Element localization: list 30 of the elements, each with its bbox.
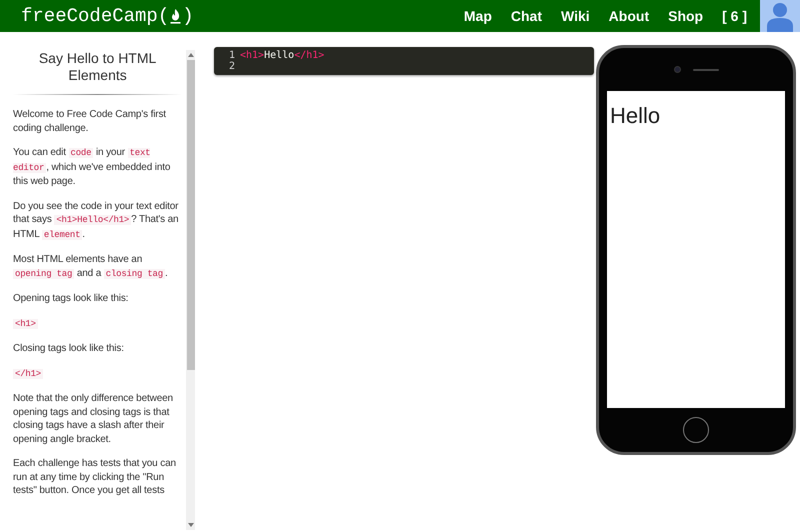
scroll-up-arrow-icon[interactable] — [188, 53, 194, 57]
person-icon — [767, 2, 793, 32]
challenge-title: Say Hello to HTML Elements — [38, 50, 158, 84]
nav-link[interactable]: About — [608, 8, 650, 24]
line-number: 1 — [228, 50, 236, 61]
instruction-paragraph: Note that the only difference between opening tags and closing tags is that closing tags have a slash after their opening angle bracket. — [13, 392, 174, 446]
camera-icon — [674, 66, 680, 73]
line-number: 2 — [228, 61, 236, 72]
code-editor[interactable]: 1 <h1>Hello</h1> 2 — [214, 47, 594, 75]
nav-link[interactable]: Wiki — [561, 8, 590, 24]
instruction-paragraph: You can edit code in your text editor , which we've embedded into this web page. — [13, 146, 172, 188]
preview-heading: Hello — [610, 103, 662, 129]
instruction-paragraph: Opening tags look like this: — [13, 292, 130, 306]
instruction-paragraph: Closing tags look like this: — [13, 342, 125, 356]
nav-link[interactable]: Shop — [668, 8, 704, 24]
code-sample: </h1> — [13, 368, 44, 380]
scrollbar[interactable] — [186, 50, 195, 530]
avatar-button[interactable] — [760, 0, 800, 32]
scrollbar-thumb[interactable] — [186, 60, 195, 370]
nav-link[interactable]: Chat — [510, 8, 542, 24]
nav-link[interactable]: [ 6 ] — [722, 8, 747, 24]
instruction-paragraph: Welcome to Free Code Camp's first coding challenge. — [13, 108, 167, 135]
code-sample: <h1> — [13, 318, 39, 330]
instruction-paragraph: Most HTML elements have an opening tag and a closing tag . — [13, 253, 169, 280]
logo[interactable]: freeCodeCamp( ) — [21, 5, 194, 27]
code-line: <h1>Hello</h1> — [240, 50, 324, 61]
instruction-paragraph: Do you see the code in your text editor that says <h1>Hello</h1> ? That's an HTML element . — [13, 200, 180, 242]
instruction-paragraph: Each challenge has tests that you can run at any time by clicking the "Run tests" button. Once you get all tests — [13, 457, 177, 498]
nav-link[interactable]: Map — [464, 8, 492, 24]
scroll-down-arrow-icon[interactable] — [188, 523, 194, 527]
